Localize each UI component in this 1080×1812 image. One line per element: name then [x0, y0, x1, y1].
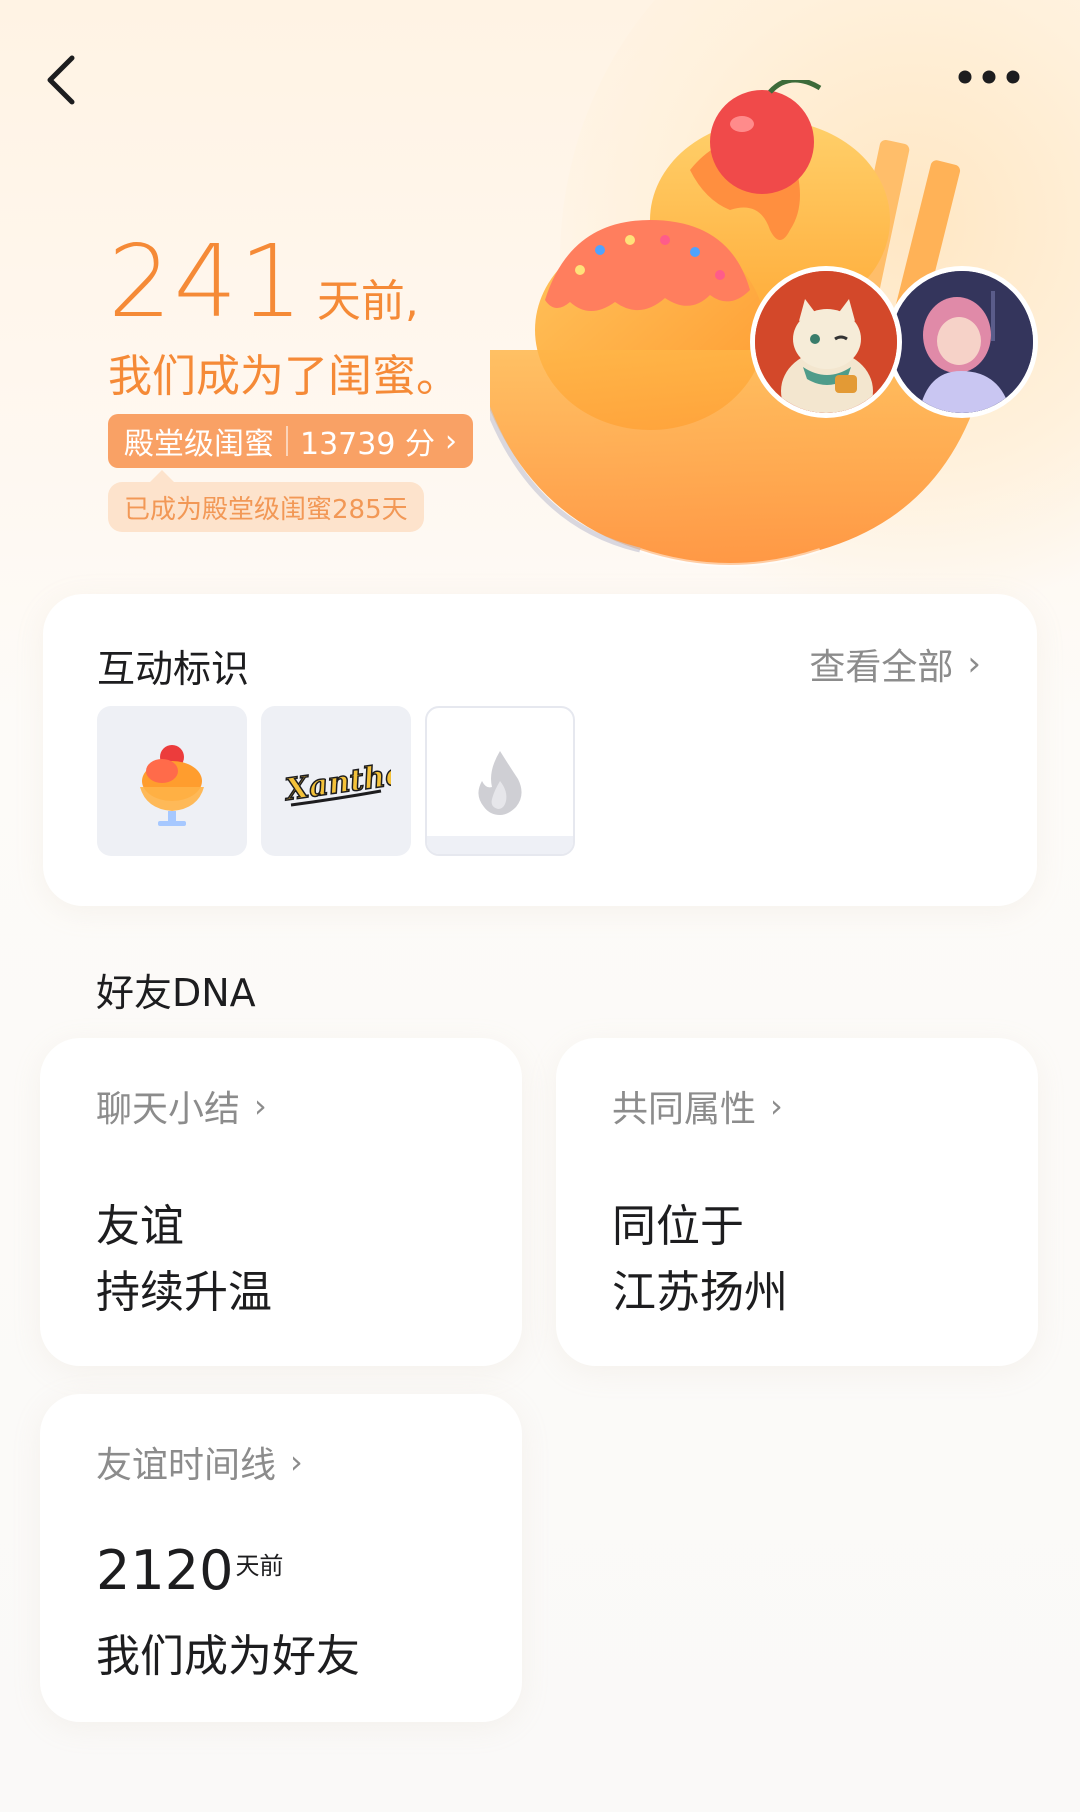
- cat-avatar-image: [755, 271, 897, 413]
- svg-text:Xanthe: Xanthe: [281, 757, 391, 809]
- view-all-label: 查看全部: [809, 647, 954, 688]
- level-score-pill[interactable]: 殿堂级闺蜜 13739 分 ›: [108, 414, 473, 468]
- friendship-subtitle: 我们成为了闺蜜。: [108, 351, 460, 402]
- chevron-right-icon: ›: [770, 1087, 783, 1125]
- chat-summary-label: 聊天小结: [96, 1089, 241, 1130]
- friendship-timeline-card[interactable]: 友谊时间线 › 2120 天前 我们成为好友: [40, 1394, 522, 1722]
- common-attributes-card[interactable]: 共同属性 › 同位于 江苏扬州: [556, 1038, 1038, 1366]
- level-name: 殿堂级闺蜜: [124, 427, 274, 462]
- chat-summary-line1: 友谊: [96, 1201, 184, 1252]
- friendship-timeline-label: 友谊时间线: [96, 1445, 277, 1486]
- friendship-days: 241 天前,: [108, 232, 419, 332]
- chevron-right-icon: ›: [444, 423, 457, 459]
- back-arrow-icon[interactable]: [38, 50, 86, 110]
- ice-cream-icon: [140, 745, 204, 826]
- view-all-link[interactable]: 查看全部 ›: [809, 638, 981, 690]
- chevron-right-icon: ›: [290, 1443, 303, 1481]
- timeline-caption: 我们成为好友: [96, 1631, 360, 1682]
- chevron-right-icon: ›: [254, 1087, 267, 1125]
- chevron-right-icon: ›: [967, 644, 981, 684]
- chat-summary-line2: 持续升温: [96, 1267, 272, 1318]
- flame-badge[interactable]: [425, 706, 575, 856]
- level-score: 13739 分: [300, 427, 435, 462]
- timeline-days-unit: 天前: [235, 1552, 284, 1580]
- ice-cream-badge[interactable]: [97, 706, 247, 856]
- common-attributes-header: 共同属性 ›: [612, 1080, 783, 1132]
- interaction-badges-title: 互动标识: [97, 647, 250, 691]
- more-dots-icon[interactable]: [956, 62, 1022, 92]
- timeline-days: 2120 天前: [96, 1544, 283, 1598]
- flame-icon: [478, 751, 522, 815]
- common-attributes-line2: 江苏扬州: [612, 1267, 788, 1318]
- chat-summary-header: 聊天小结 ›: [96, 1080, 267, 1132]
- friend-avatar-cat[interactable]: [750, 266, 902, 418]
- interaction-badges-card: 互动标识 查看全部 › Xanthe: [43, 594, 1037, 906]
- girl-avatar-image: [891, 271, 1033, 413]
- xanthe-badge[interactable]: Xanthe: [261, 706, 411, 856]
- friend-dna-title: 好友DNA: [96, 971, 256, 1015]
- chat-summary-card[interactable]: 聊天小结 › 友谊 持续升温: [40, 1038, 522, 1366]
- common-attributes-line1: 同位于: [612, 1201, 744, 1252]
- pill-divider: [286, 426, 288, 456]
- days-unit: 天前,: [316, 276, 419, 327]
- days-count: 241: [108, 223, 305, 340]
- level-tip: 已成为殿堂级闺蜜285天: [108, 470, 424, 532]
- friendship-timeline-header: 友谊时间线 ›: [96, 1436, 303, 1488]
- xanthe-logo-icon: Xanthe: [281, 756, 391, 809]
- common-attributes-label: 共同属性: [612, 1089, 757, 1130]
- hero-header: 241 天前, 我们成为了闺蜜。 殿堂级闺蜜 13739 分 › 已成为殿堂级闺…: [0, 0, 1080, 620]
- friend-avatar-girl[interactable]: [886, 266, 1038, 418]
- badge-list: Xanthe: [97, 706, 575, 856]
- timeline-days-number: 2120: [96, 1539, 234, 1602]
